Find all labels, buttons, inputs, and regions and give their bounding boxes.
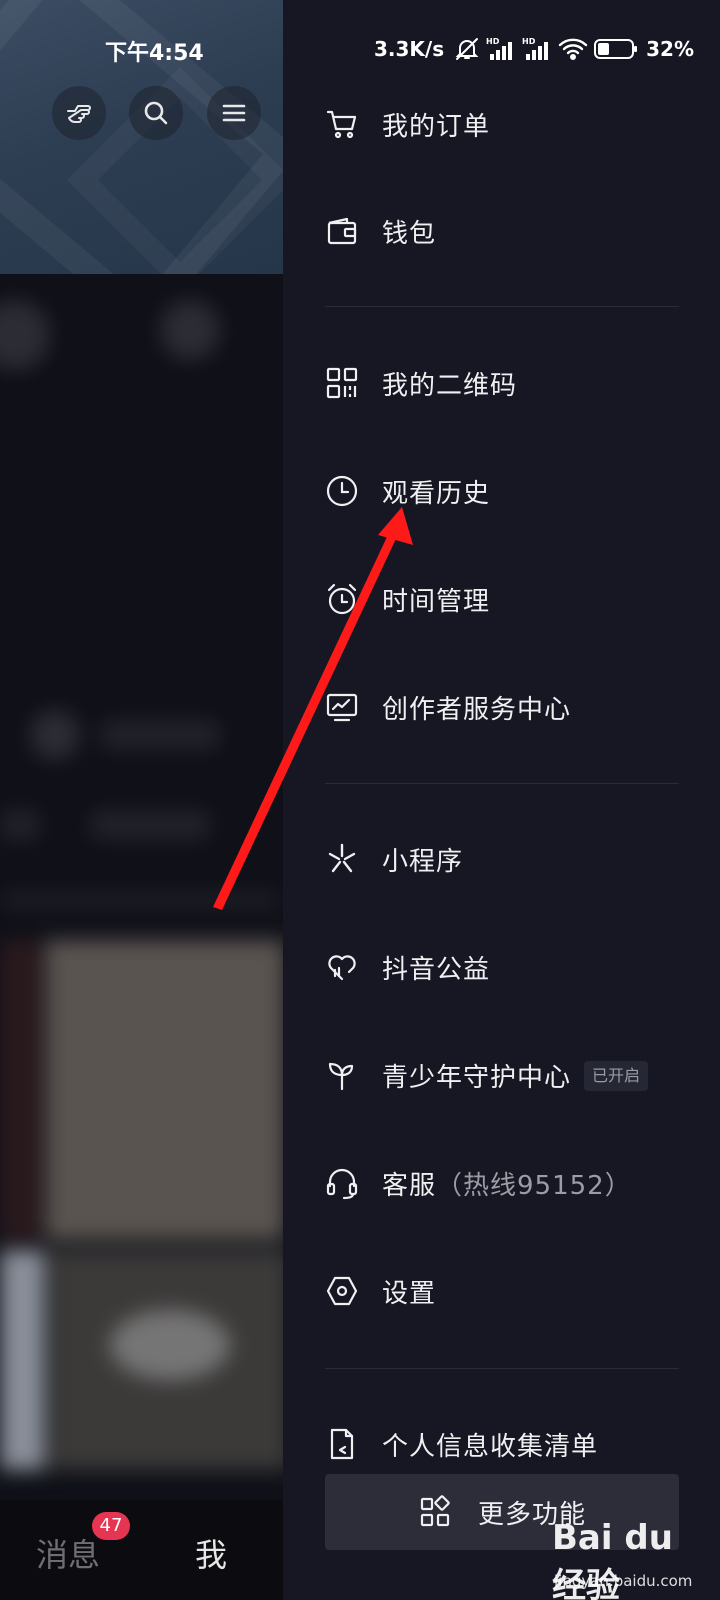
search-button[interactable] — [129, 86, 183, 140]
menu-item-customer-service[interactable]: 客服（热线95152） — [283, 1143, 720, 1223]
tab-me[interactable]: 我 — [195, 1530, 227, 1576]
menu-item-label: 小程序 — [382, 846, 464, 877]
baidu-jingyan-watermark: Bai du 经验 jingyan.baidu.com — [548, 1518, 718, 1600]
settings-hexagon-icon — [325, 1274, 359, 1308]
profile-banner — [0, 0, 283, 274]
bottom-tab-bar: 消息 47 我 — [0, 1500, 283, 1600]
menu-item-charity[interactable]: 抖音公益 — [283, 927, 720, 1007]
hand-pointer-button[interactable] — [52, 86, 106, 140]
sprout-icon — [325, 1058, 359, 1092]
hotline-number: （热线95152） — [436, 1170, 632, 1201]
menu-item-label: 青少年守护中心 — [382, 1062, 572, 1093]
tab-messages[interactable]: 消息 — [36, 1530, 100, 1576]
heart-charity-icon — [325, 950, 359, 984]
menu-item-youth-protection[interactable]: 青少年守护中心 已开启 — [283, 1035, 720, 1115]
menu-item-settings[interactable]: 设置 — [283, 1251, 720, 1331]
wallet-icon — [325, 214, 359, 248]
menu-item-orders[interactable]: 我的订单 — [283, 84, 720, 164]
document-icon — [325, 1427, 359, 1461]
menu-item-time-management[interactable]: 时间管理 — [283, 559, 720, 639]
hand-pointer-icon — [67, 105, 91, 123]
watermark-url: jingyan.baidu.com — [554, 1572, 693, 1590]
menu-item-label: 钱包 — [382, 218, 437, 249]
messages-count-badge: 47 — [92, 1512, 130, 1540]
menu-item-label: 时间管理 — [382, 586, 491, 617]
apps-grid-icon — [420, 1495, 450, 1527]
menu-item-label: 观看历史 — [382, 478, 491, 509]
menu-item-mini-programs[interactable]: 小程序 — [283, 819, 720, 899]
menu-divider — [325, 1368, 679, 1369]
clock-icon — [325, 474, 359, 508]
menu-button[interactable] — [207, 86, 261, 140]
menu-divider — [325, 783, 679, 784]
menu-item-creator-center[interactable]: 创作者服务中心 — [283, 667, 720, 747]
menu-item-label: 抖音公益 — [382, 954, 491, 985]
customer-service-label: 客服 — [382, 1170, 437, 1201]
side-drawer-menu: 我的订单 钱包 我的二维码 观看历史 时间管理 创作者服务中心 小程序 抖音公益… — [283, 0, 720, 1600]
menu-divider — [325, 306, 679, 307]
cart-icon — [325, 107, 359, 141]
enabled-status-badge: 已开启 — [584, 1061, 649, 1091]
menu-icon — [222, 104, 246, 122]
menu-item-personal-info-list[interactable]: 个人信息收集清单 — [283, 1404, 720, 1484]
menu-item-label: 客服（热线95152） — [382, 1165, 632, 1202]
alarm-icon — [325, 582, 359, 616]
menu-item-label: 我的订单 — [382, 111, 491, 142]
menu-item-label: 我的二维码 — [382, 370, 518, 401]
menu-item-qr-code[interactable]: 我的二维码 — [283, 343, 720, 423]
headset-icon — [325, 1166, 359, 1200]
menu-item-label: 设置 — [382, 1278, 437, 1309]
menu-item-label: 创作者服务中心 — [382, 694, 572, 725]
mini-program-icon — [325, 842, 359, 876]
search-icon — [144, 101, 168, 125]
menu-item-watch-history[interactable]: 观看历史 — [283, 451, 720, 531]
blurred-profile-content — [0, 290, 283, 1500]
profile-page-background: 消息 47 我 — [0, 0, 283, 1600]
chart-monitor-icon — [325, 690, 359, 724]
menu-item-label: 个人信息收集清单 — [382, 1431, 599, 1462]
qr-code-icon — [325, 366, 359, 400]
menu-item-wallet[interactable]: 钱包 — [283, 191, 720, 271]
